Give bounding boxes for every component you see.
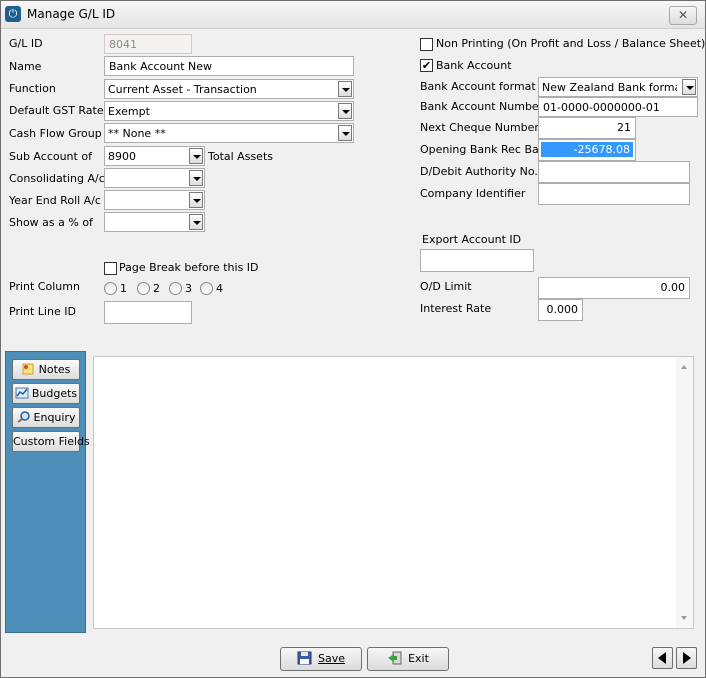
function-select[interactable]: Current Asset - Transaction	[104, 79, 354, 99]
sub-account-desc: Total Assets	[208, 150, 273, 163]
print-column-option-2: 2	[153, 282, 160, 295]
sub-account-label: Sub Account of	[9, 150, 92, 163]
notes-area[interactable]	[93, 356, 694, 629]
interest-rate-label: Interest Rate	[420, 302, 492, 315]
print-column-option-4: 4	[216, 282, 223, 295]
sub-account-value: 8900	[108, 150, 136, 163]
consolidating-select[interactable]	[104, 168, 205, 188]
chevron-down-icon[interactable]	[338, 103, 352, 119]
gl-id-field: 8041	[104, 34, 192, 54]
gst-rate-label: Default GST Rate	[9, 104, 104, 117]
chevron-down-icon[interactable]	[189, 170, 203, 186]
chevron-down-icon[interactable]	[189, 148, 203, 164]
custom-fields-label: Custom Fields	[13, 435, 90, 448]
function-label: Function	[9, 82, 56, 95]
print-line-id-field[interactable]	[104, 301, 192, 324]
budgets-button[interactable]: Budgets	[12, 383, 80, 404]
year-end-roll-select[interactable]	[104, 190, 205, 210]
cash-flow-value: ** None **	[108, 127, 166, 140]
notes-label: Notes	[38, 363, 71, 376]
opening-bal-field[interactable]: -25678.08	[538, 139, 636, 161]
bank-account-label: Bank Account	[436, 59, 512, 72]
year-end-roll-label: Year End Roll A/c	[9, 194, 101, 207]
name-field[interactable]: Bank Account New	[104, 56, 354, 76]
chevron-down-icon[interactable]	[338, 81, 352, 97]
enquiry-label: Enquiry	[33, 411, 76, 424]
export-id-label: Export Account ID	[422, 233, 522, 246]
bank-format-select[interactable]: New Zealand Bank format	[538, 77, 698, 97]
scroll-down-icon[interactable]	[681, 616, 687, 620]
notes-icon	[22, 363, 34, 375]
vertical-scrollbar[interactable]	[676, 357, 693, 628]
bank-number-field[interactable]: 01-0000-0000000-01	[538, 97, 698, 117]
interest-rate-field[interactable]: 0.000	[538, 299, 583, 321]
chevron-down-icon[interactable]	[682, 79, 696, 95]
cash-flow-select[interactable]: ** None **	[104, 123, 354, 143]
company-id-field[interactable]	[538, 183, 690, 205]
print-column-radio-2[interactable]	[137, 282, 150, 295]
non-printing-checkbox[interactable]	[420, 38, 433, 51]
previous-button[interactable]	[652, 647, 673, 669]
gl-id-label: G/L ID	[9, 37, 43, 50]
arrow-right-icon	[683, 652, 691, 664]
cash-flow-label: Cash Flow Group	[9, 127, 102, 140]
arrow-left-icon	[658, 652, 666, 664]
magnifier-icon	[16, 411, 30, 423]
company-id-label: Company Identifier	[420, 187, 526, 200]
print-column-radio-3[interactable]	[169, 282, 182, 295]
ddebit-label: D/Debit Authority No.	[420, 165, 538, 178]
budgets-label: Budgets	[31, 387, 78, 400]
side-panel: Notes Budgets Enquiry Custom Fields	[5, 351, 90, 633]
exit-button[interactable]: Exit	[367, 647, 449, 671]
bank-format-label: Bank Account format	[420, 80, 536, 93]
chevron-down-icon[interactable]	[189, 214, 203, 230]
gst-rate-value: Exempt	[108, 105, 150, 118]
consolidating-label: Consolidating A/c	[9, 172, 105, 185]
print-column-label: Print Column	[9, 280, 80, 293]
floppy-disk-icon	[297, 651, 312, 665]
page-break-label: Page Break before this ID	[119, 261, 259, 274]
name-label: Name	[9, 60, 42, 73]
print-column-option-3: 3	[185, 282, 192, 295]
window-title: Manage G/L ID	[27, 7, 116, 21]
page-break-checkbox[interactable]	[104, 262, 117, 275]
non-printing-label: Non Printing (On Profit and Loss / Balan…	[436, 37, 706, 50]
scroll-up-icon[interactable]	[681, 365, 687, 369]
title-bar: ⏻ Manage G/L ID ✕	[1, 1, 705, 29]
next-cheque-field[interactable]: 21	[538, 117, 636, 139]
opening-bal-label: Opening Bank Rec Bal	[420, 143, 542, 156]
chevron-down-icon[interactable]	[189, 192, 203, 208]
chevron-down-icon[interactable]	[338, 125, 352, 141]
bank-number-label: Bank Account Number	[420, 100, 544, 113]
opening-bal-value: -25678.08	[541, 142, 633, 157]
exit-label: Exit	[408, 652, 429, 665]
ddebit-field[interactable]	[538, 161, 690, 183]
manage-gl-window: ⏻ Manage G/L ID ✕ G/L ID 8041 Name Bank …	[0, 0, 706, 678]
enquiry-button[interactable]: Enquiry	[12, 407, 80, 428]
export-id-field[interactable]	[420, 249, 534, 272]
bank-account-checkbox[interactable]: ✔	[420, 59, 433, 72]
exit-door-icon	[388, 651, 402, 665]
sub-account-select[interactable]: 8900	[104, 146, 205, 166]
next-cheque-label: Next Cheque Number	[420, 121, 539, 134]
notes-button[interactable]: Notes	[12, 359, 80, 380]
gst-rate-select[interactable]: Exempt	[104, 101, 354, 121]
close-button[interactable]: ✕	[669, 6, 697, 25]
print-column-radio-1[interactable]	[104, 282, 117, 295]
chart-icon	[15, 387, 29, 399]
next-button[interactable]	[676, 647, 697, 669]
print-column-option-1: 1	[120, 282, 127, 295]
save-button[interactable]: Save	[280, 647, 362, 671]
save-label: Save	[317, 652, 345, 665]
od-limit-label: O/D Limit	[420, 280, 472, 293]
bank-format-value: New Zealand Bank format	[542, 81, 677, 94]
power-icon: ⏻	[5, 6, 21, 22]
od-limit-field[interactable]: 0.00	[538, 277, 690, 299]
function-value: Current Asset - Transaction	[108, 83, 257, 96]
print-line-id-label: Print Line ID	[9, 305, 76, 318]
show-pct-label: Show as a % of	[9, 216, 93, 229]
print-column-radio-4[interactable]	[200, 282, 213, 295]
custom-fields-button[interactable]: Custom Fields	[12, 431, 90, 452]
show-pct-select[interactable]	[104, 212, 205, 232]
